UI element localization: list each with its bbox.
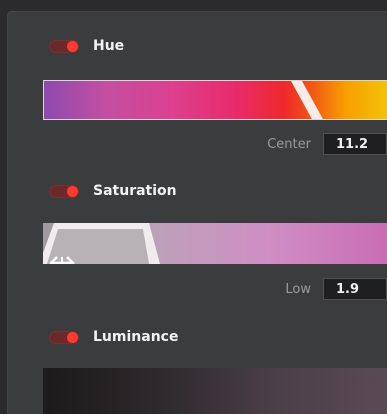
saturation-range-bar[interactable] <box>43 223 387 264</box>
horizontal-resize-icon[interactable] <box>49 253 75 264</box>
hue-enable-toggle[interactable] <box>49 39 79 53</box>
saturation-header: Saturation <box>49 180 177 202</box>
luminance-title: Luminance <box>93 329 179 345</box>
hue-title: Hue <box>93 38 125 54</box>
luminance-range-bar[interactable] <box>43 368 387 414</box>
hue-center-input[interactable]: 11.2 <box>323 133 387 155</box>
toggle-knob <box>67 185 78 197</box>
saturation-low-label: Low <box>285 281 311 297</box>
saturation-low-input[interactable]: 1.9 <box>323 278 387 300</box>
saturation-low-row: Low 1.9 <box>285 278 387 300</box>
saturation-enable-toggle[interactable] <box>49 184 79 198</box>
hue-header: Hue <box>49 35 124 57</box>
hue-range-bar[interactable] <box>43 80 387 120</box>
toggle-knob <box>67 40 78 52</box>
saturation-title: Saturation <box>93 183 177 199</box>
luminance-enable-toggle[interactable] <box>49 330 79 344</box>
saturation-range-handle[interactable] <box>43 223 387 264</box>
toggle-knob <box>67 331 78 343</box>
hue-range-handle[interactable] <box>44 81 387 120</box>
qualifier-panel: Hue Center 11.2 Saturation Low 1.9 Lumin… <box>7 11 387 414</box>
hue-center-row: Center 11.2 <box>267 133 387 155</box>
luminance-header: Luminance <box>49 326 178 348</box>
hue-center-label: Center <box>267 136 311 152</box>
